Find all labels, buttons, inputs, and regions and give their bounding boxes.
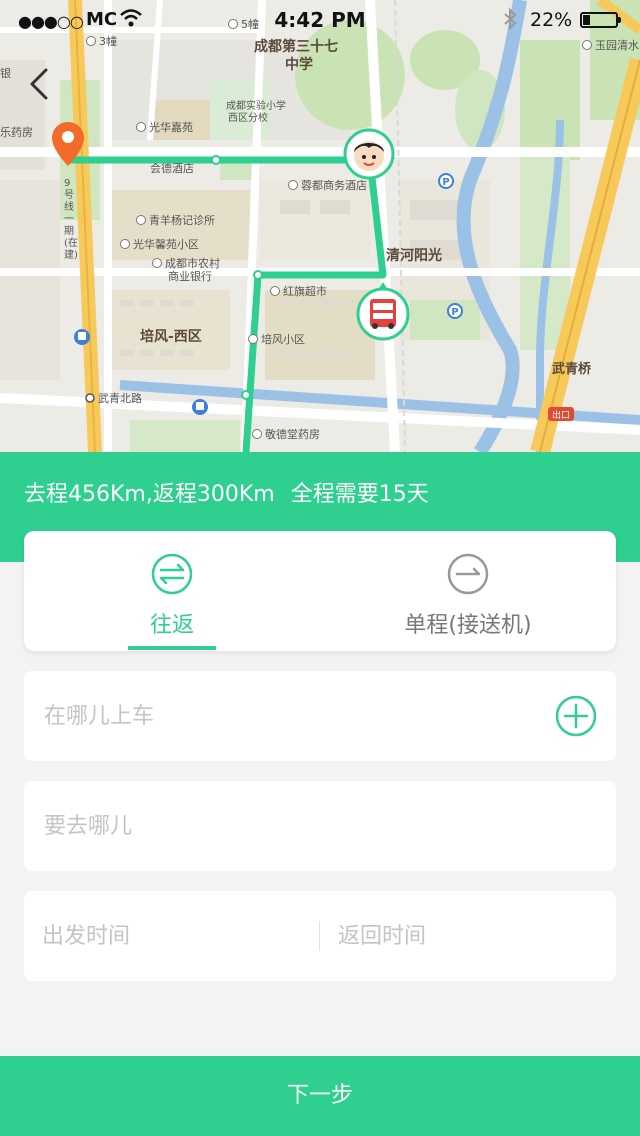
pickup-input[interactable] xyxy=(44,699,544,733)
destination-input[interactable] xyxy=(44,809,544,843)
trip-summary: 去程456Km,返程300Km 全程需要15天 xyxy=(24,476,429,508)
map-label-hotel: 会德酒店 xyxy=(150,162,194,175)
time-divider xyxy=(319,921,320,951)
start-pin-icon xyxy=(52,122,84,166)
map-view[interactable]: P P 成都第三十七 中学 清河阳光 培风-西区 武青桥 武青北路 光华嘉苑 成… xyxy=(0,0,640,452)
add-stop-icon[interactable] xyxy=(555,695,597,737)
map-label-clinic: 青羊杨记诊所 xyxy=(136,212,215,228)
bus-marker-icon[interactable] xyxy=(355,282,411,344)
trip-type-tabs: 往返 单程(接送机) xyxy=(24,531,616,651)
map-label-qinghe: 清河阳光 xyxy=(386,248,442,264)
map-label-exit: 出口 xyxy=(552,411,571,421)
map-label-pharmacy: 乐药房 xyxy=(0,126,33,139)
map-label-peifeng: 培风-西区 xyxy=(140,329,202,345)
active-tab-indicator xyxy=(128,646,216,650)
next-step-button[interactable]: 下一步 xyxy=(0,1056,640,1136)
pickup-field-card xyxy=(24,671,616,761)
svg-text:P: P xyxy=(451,307,458,318)
time-field-card xyxy=(24,891,616,981)
user-avatar-icon[interactable] xyxy=(343,128,395,180)
battery-icon xyxy=(580,12,621,28)
tab-one-way[interactable]: 单程(接送机) xyxy=(320,531,616,651)
tab-one-way-label: 单程(接送机) xyxy=(404,613,532,638)
trip-duration: 全程需要15天 xyxy=(290,482,429,507)
map-label-peifeng-xiaoqu: 培风小区 xyxy=(248,331,305,347)
tab-round-trip-label: 往返 xyxy=(149,613,194,638)
bluetooth-icon xyxy=(503,7,517,35)
map-label-guanghua-xinyuan: 光华馨苑小区 xyxy=(120,236,199,252)
map-label-jingde: 敬德堂药房 xyxy=(252,426,320,442)
map-label-school-shiyan-2: 西区分校 xyxy=(228,113,268,124)
battery-percentage: 22% xyxy=(530,9,573,31)
round-trip-icon xyxy=(151,553,193,595)
return-distance: 返程300Km xyxy=(152,482,275,507)
map-label-hongqi: 红旗超市 xyxy=(270,283,327,299)
map-label-wuqing-road: 武青北路 xyxy=(98,392,142,405)
one-way-icon xyxy=(447,553,489,595)
map-label-line9: 9号线一期(在建) xyxy=(64,178,78,261)
back-arrow-icon[interactable] xyxy=(26,64,54,104)
status-bar: ●●●○○ MC 4:42 PM 22% xyxy=(0,0,640,40)
svg-text:P: P xyxy=(442,177,449,188)
map-label-yin: 银 xyxy=(0,67,11,80)
outbound-distance: 去程456Km, xyxy=(24,482,153,507)
map-label-wuqing-bridge: 武青桥 xyxy=(552,362,592,377)
return-time-input[interactable] xyxy=(338,919,588,953)
destination-field-card xyxy=(24,781,616,871)
map-label-bank-2: 商业银行 xyxy=(168,270,212,283)
map-canvas: P P xyxy=(0,0,640,452)
tab-round-trip[interactable]: 往返 xyxy=(24,531,320,651)
depart-time-input[interactable] xyxy=(42,919,292,953)
map-label-school-2: 中学 xyxy=(285,57,313,73)
map-label-guanghua-jiayuan: 光华嘉苑 xyxy=(136,119,193,135)
